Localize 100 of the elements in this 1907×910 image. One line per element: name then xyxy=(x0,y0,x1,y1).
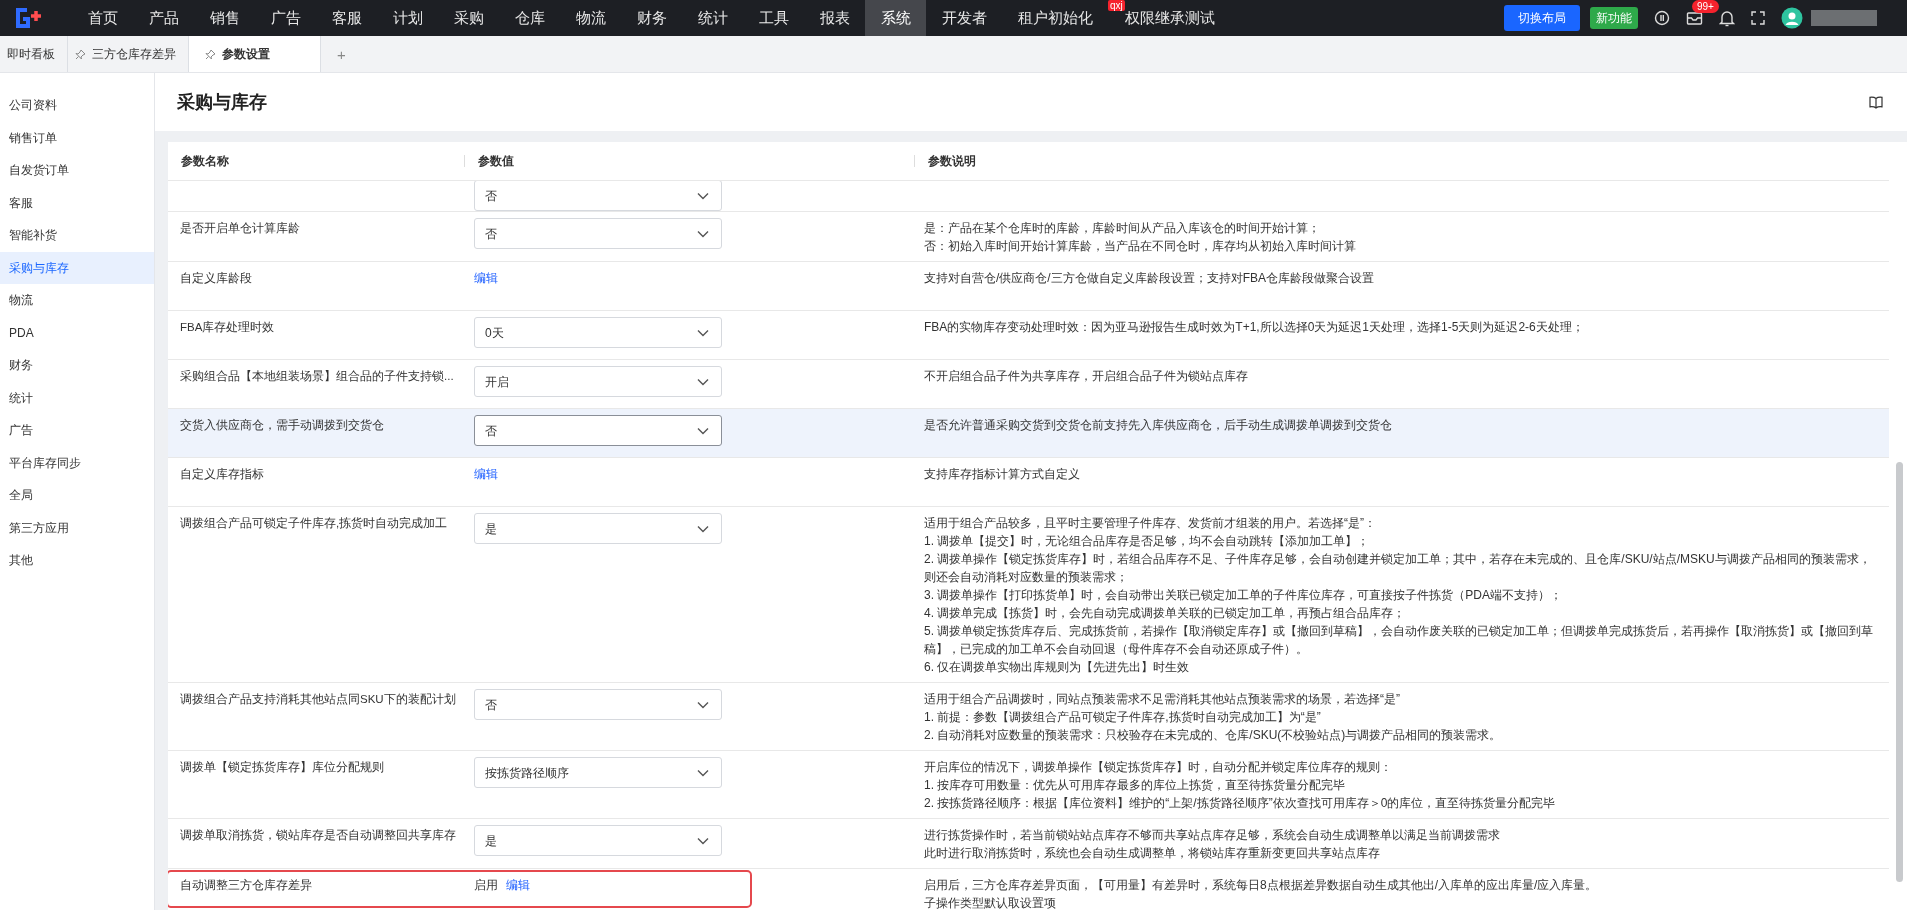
avatar-icon[interactable] xyxy=(1781,7,1803,29)
pin-icon[interactable] xyxy=(75,48,86,60)
fullscreen-icon[interactable] xyxy=(1751,11,1765,25)
sidebar-item[interactable]: 财务 xyxy=(0,349,154,382)
sidebar-item[interactable]: 物流 xyxy=(0,284,154,317)
sidebar-item[interactable]: 公司资料 xyxy=(0,89,154,122)
nav-menu-item[interactable]: 租户初始化 xyxy=(1002,0,1108,36)
description-line: 2. 调拨单操作【锁定拣货库存】时，若组合品库存不足、子件库存足够，会自动创建并锁定加工单；其中，若存在未完成的、且仓库/SKU/站点/MSKU与调拨产品相同的预装需求，则还会自动消耗对应数量的预装需求； xyxy=(924,551,1872,586)
value-dropdown[interactable]: 是 xyxy=(474,825,722,856)
page-tab[interactable]: 参数设置 xyxy=(189,36,321,72)
description-line: 进行拣货操作时，若当前锁站站点库存不够而共享站点库存足够，系统会自动生成调整单以满足当前调拨需求 xyxy=(924,827,1501,844)
description-line: 6. 仅在调拨单实物出库规则为【先进先出】时生效 xyxy=(924,659,1191,676)
page-tab[interactable]: 即时看板 xyxy=(0,36,68,72)
sidebar-item[interactable]: 统计 xyxy=(0,381,154,414)
mail-icon[interactable] xyxy=(1686,10,1703,26)
description-line: 是：产品在某个仓库时的库龄，库龄时间从产品入库该仓的时间开始计算； xyxy=(924,220,1321,237)
value-dropdown[interactable]: 否 xyxy=(474,181,722,211)
sidebar-item[interactable]: 全局 xyxy=(0,479,154,512)
bell-icon[interactable] xyxy=(1719,9,1735,27)
parameter-name: 调拨单【锁定拣货库存】库位分配规则 xyxy=(180,761,384,773)
nav-menu-item[interactable]: 客服 xyxy=(316,0,377,36)
nav-menu-item[interactable]: 报表 xyxy=(804,0,865,36)
value-dropdown[interactable]: 否 xyxy=(474,218,722,249)
sidebar-item[interactable]: 客服 xyxy=(0,186,154,219)
nav-menu-item[interactable]: 采购 xyxy=(438,0,499,36)
description-line: 1. 调拨单【提交】时，无论组合品库存是否足够，均不会自动跳转【添加加工单】； xyxy=(924,533,1371,550)
parameter-name: 调拨组合产品支持消耗其他站点同SKU下的装配计划 xyxy=(180,693,456,705)
edit-link[interactable]: 编辑 xyxy=(506,876,530,894)
chevron-down-icon xyxy=(697,229,709,238)
chevron-down-icon xyxy=(697,426,709,435)
value-dropdown[interactable]: 开启 xyxy=(474,366,722,397)
parameter-name: 自定义库龄段 xyxy=(180,272,252,284)
description-line: 1. 前提：参数【调拨组合产品可锁定子件库存,拣货时自动完成加工】为“是” xyxy=(924,709,1322,726)
chevron-down-icon xyxy=(697,377,709,386)
description-line: 否：初始入库时间开始计算库龄，当产品在不同仓时，库存均从初始入库时间计算 xyxy=(924,238,1357,255)
description-line: 5. 调拨单锁定拣货库存后、完成拣货前，若操作【取消锁定库存】或【撤回到草稿】，会自动作废关联的已锁定加工单；但调拨单完成拣货后，若再操作【取消拣货】或【撤回到草稿】，已完成的加工单不会自动回退（母件库存不会自动还原成子件）。 xyxy=(924,623,1875,658)
nav-menu-item[interactable]: 统计 xyxy=(682,0,743,36)
nav-menu-item[interactable]: 工具 xyxy=(743,0,804,36)
value-dropdown[interactable]: 是 xyxy=(474,513,722,544)
column-header: 参数名称 xyxy=(180,155,230,167)
sidebar-item[interactable]: 平台库存同步 xyxy=(0,446,154,479)
nav-menu-item[interactable]: 开发者 xyxy=(926,0,1002,36)
edit-link[interactable]: 编辑 xyxy=(474,465,498,483)
description-line: FBA的实物库存变动处理时效：因为亚马逊报告生成时效为T+1,所以选择0天为延迟1天处理，选择1-5天则为延迟2-6天处理； xyxy=(924,319,1585,336)
description-line: 子操作类型默认取设置项 xyxy=(924,895,1057,910)
description-line: 2. 按拣货路径顺序：根据【库位资料】维护的“上架/拣货路径顺序”依次查找可用库存＞0的库位，直至待拣货量分配完毕 xyxy=(924,795,1557,812)
value-dropdown[interactable]: 按拣货路径顺序 xyxy=(474,757,722,788)
sidebar-item[interactable]: 自发货订单 xyxy=(0,154,154,187)
nav-menu-item[interactable]: 广告 xyxy=(255,0,316,36)
sidebar-item[interactable]: 采购与库存 xyxy=(0,251,154,284)
edit-link[interactable]: 编辑 xyxy=(474,269,498,287)
sidebar-item[interactable]: 第三方应用 xyxy=(0,511,154,544)
parameter-name: 自定义库存指标 xyxy=(180,468,264,480)
description-line: 此时进行取消拣货时，系统也会自动生成调整单，将锁站库存重新变更回共享站点库存 xyxy=(924,845,1381,862)
chevron-down-icon xyxy=(697,524,709,533)
scrollbar[interactable] xyxy=(1896,462,1903,882)
nav-menu-item[interactable]: 物流 xyxy=(560,0,621,36)
tab-label: 即时看板 xyxy=(7,45,55,63)
value-dropdown[interactable]: 否 xyxy=(474,689,722,720)
description-line: 支持对自营仓/供应商仓/三方仓做自定义库龄段设置；支持对FBA仓库龄段做聚合设置 xyxy=(924,270,1375,287)
description-line: 开启库位的情况下，调拨单操作【锁定拣货库存】时，自动分配并锁定库位库存的规则： xyxy=(924,759,1393,776)
nav-menu-item[interactable]: 产品 xyxy=(133,0,194,36)
pin-icon[interactable] xyxy=(205,48,216,60)
status-text: 启用 xyxy=(474,877,498,894)
column-header: 参数值 xyxy=(464,155,914,167)
nav-menu-item[interactable]: 首页 xyxy=(72,0,133,36)
logo-icon[interactable] xyxy=(14,7,44,29)
value-dropdown[interactable]: 否 xyxy=(474,415,722,446)
user-badge: qxj xyxy=(1108,0,1125,11)
column-header: 参数说明 xyxy=(914,155,1889,167)
description-line: 1. 按库存可用数量：优先从可用库存最多的库位上拣货，直至待拣货量分配完毕 xyxy=(924,777,1347,794)
sidebar-item[interactable]: PDA xyxy=(0,316,154,349)
parameter-name: 自动调整三方仓库存差异 xyxy=(180,879,312,891)
description-line: 适用于组合产品较多，且平时主要管理子件库存、发货前才组装的用户。若选择“是”： xyxy=(924,515,1377,532)
description-line: 是否允许普通采购交货到交货仓前支持先入库供应商仓，后手动生成调拨单调拨到交货仓 xyxy=(924,417,1393,434)
description-line: 不开启组合品子件为共享库存，开启组合品子件为锁站点库存 xyxy=(924,368,1249,385)
chevron-down-icon xyxy=(697,768,709,777)
value-dropdown[interactable]: 0天 xyxy=(474,317,722,348)
nav-menu-item[interactable]: 销售 xyxy=(194,0,255,36)
notification-count-badge: 99+ xyxy=(1692,0,1719,13)
book-icon[interactable] xyxy=(1869,95,1883,109)
nav-menu-item[interactable]: 权限继承测试 xyxy=(1125,0,1231,36)
parameter-name: 交货入供应商仓，需手动调拨到交货仓 xyxy=(180,419,384,431)
nav-menu-item[interactable]: 仓库 xyxy=(499,0,560,36)
nav-menu-item[interactable]: 计划 xyxy=(377,0,438,36)
description-line: 启用后，三方仓库存差异页面，【可用量】有差异时，系统每日8点根据差异数据自动生成其他出/入库单的应出库量/应入库量。 xyxy=(924,877,1599,894)
nav-menu-item[interactable]: 系统 xyxy=(865,0,926,36)
page-title: 采购与库存 xyxy=(177,91,267,114)
nav-menu-item[interactable]: 财务 xyxy=(621,0,682,36)
description-line: 4. 调拨单完成【拣货】时，会先自动完成调拨单关联的已锁定加工单，再预占组合品库存； xyxy=(924,605,1407,622)
tab-label: 参数设置 xyxy=(222,45,270,63)
sidebar-item[interactable]: 销售订单 xyxy=(0,121,154,154)
chevron-down-icon xyxy=(697,328,709,337)
sidebar-item[interactable]: 智能补货 xyxy=(0,219,154,252)
sidebar-item[interactable]: 广告 xyxy=(0,414,154,447)
chevron-down-icon xyxy=(697,836,709,845)
parameter-name: 调拨单取消拣货，锁站库存是否自动调整回共享库存 xyxy=(180,829,456,841)
switch-layout-button[interactable]: 切换布局 xyxy=(1504,5,1580,31)
description-line: 2. 自动消耗对应数量的预装需求：只校验存在未完成的、仓库/SKU(不校验站点)与调拨产品相同的预装需求。 xyxy=(924,727,1503,744)
sidebar-item[interactable]: 其他 xyxy=(0,544,154,577)
